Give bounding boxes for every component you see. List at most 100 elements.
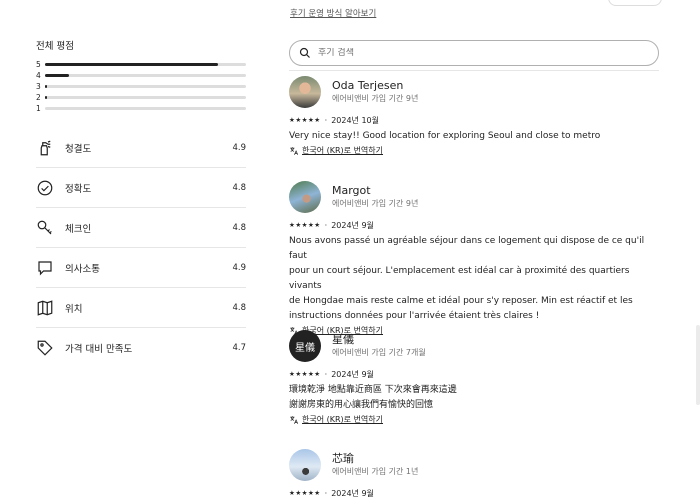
key-icon (36, 219, 54, 237)
review-item: 星儀 星儀 에어비앤비 가입 기간 7개월 ★★★★★ · 2024년 9월 環… (289, 329, 669, 425)
category-label: 위치 (65, 303, 83, 315)
review-text-line: de Hongdae mais reste calme et idéal pou… (289, 296, 633, 306)
review-date: 2024년 10월 (331, 115, 379, 125)
translate-button[interactable]: 한국어 (KR)로 번역하기 (289, 145, 669, 156)
rating-bar-fill (45, 96, 47, 99)
rating-bar-label: 1 (36, 104, 41, 113)
review-text: Nous avons passé un agréable séjour dans… (289, 234, 659, 324)
review-list: Oda Terjesen 에어비앤비 가입 기간 9년 ★★★★★ · 2024… (289, 70, 669, 498)
rating-bar-label: 2 (36, 93, 41, 102)
category-label: 가격 대비 만족도 (65, 343, 133, 355)
category-label: 체크인 (65, 223, 92, 235)
review-text-line: 謝謝房東的用心讓我們有愉快的回憶 (289, 400, 434, 410)
reviewer-name: Margot (332, 184, 371, 197)
category-communication: 의사소통 4.9 (36, 248, 246, 288)
translate-icon (290, 415, 299, 424)
review-header: Oda Terjesen 에어비앤비 가입 기간 9년 (289, 75, 669, 109)
meta-separator: · (324, 220, 328, 230)
reviewer-tenure: 에어비앤비 가입 기간 1년 (332, 467, 419, 476)
rating-bar-fill (45, 74, 70, 77)
review-text-line: instructions données pour l'arrivée étai… (289, 311, 540, 321)
map-icon (36, 299, 54, 317)
category-score: 4.8 (232, 182, 246, 193)
category-score: 4.8 (232, 222, 246, 233)
review-text-line: Very nice stay!! Good location for explo… (289, 131, 601, 141)
rating-bar-track (45, 74, 246, 77)
check-circle-icon (36, 179, 54, 197)
category-score: 4.7 (232, 342, 246, 353)
meta-separator: · (324, 488, 328, 498)
category-accuracy: 정확도 4.8 (36, 168, 246, 208)
rating-bar-row: 1 (36, 103, 246, 114)
reviewer-name: 星儀 (332, 333, 354, 346)
rating-bar-label: 5 (36, 60, 41, 69)
meta-separator: · (324, 369, 328, 379)
avatar[interactable] (289, 76, 321, 108)
review-item: Oda Terjesen 에어비앤비 가입 기간 9년 ★★★★★ · 2024… (289, 75, 669, 156)
review-header: Margot 에어비앤비 가입 기간 9년 (289, 180, 669, 214)
translate-label: 한국어 (KR)로 번역하기 (302, 146, 384, 155)
review-meta: ★★★★★ · 2024년 10월 (289, 114, 669, 126)
rating-bar-row: 3 (36, 81, 246, 92)
reviewer-tenure: 에어비앤비 가입 기간 7개월 (332, 348, 426, 357)
review-search-input[interactable] (318, 48, 618, 58)
review-search-box[interactable] (289, 40, 659, 66)
review-item: 芯瑜 에어비앤비 가입 기간 1년 ★★★★★ · 2024년 9월 (289, 448, 669, 499)
rating-bar-track (45, 96, 246, 99)
meta-separator: · (324, 115, 328, 125)
translate-label: 한국어 (KR)로 번역하기 (302, 415, 384, 424)
review-date: 2024년 9월 (331, 220, 374, 230)
avatar[interactable]: 星儀 (289, 330, 321, 362)
rating-bar-row: 2 (36, 92, 246, 103)
rating-bar-label: 3 (36, 82, 41, 91)
review-meta: ★★★★★ · 2024년 9월 (289, 219, 669, 231)
rating-distribution: 5 4 3 2 1 (36, 59, 246, 114)
category-label: 정확도 (65, 183, 92, 195)
rating-bar-row: 5 (36, 59, 246, 70)
overall-rating-title: 전체 평점 (36, 41, 74, 52)
avatar[interactable] (289, 181, 321, 213)
review-text-line: Nous avons passé un agréable séjour dans… (289, 236, 645, 261)
review-header: 芯瑜 에어비앤비 가입 기간 1년 (289, 448, 669, 482)
category-checkin: 체크인 4.8 (36, 208, 246, 248)
star-rating: ★★★★★ (289, 221, 321, 229)
top-action-button[interactable] (608, 0, 662, 6)
review-text: 環境乾淨 地點靠近商區 下次來會再來這邊 謝謝房東的用心讓我們有愉快的回憶 (289, 383, 659, 413)
review-text-line: pour un court séjour. L'emplacement est … (289, 266, 630, 291)
star-rating: ★★★★★ (289, 489, 321, 497)
category-score: 4.9 (232, 142, 246, 153)
category-label: 의사소통 (65, 263, 100, 275)
translate-icon (290, 146, 299, 155)
review-policy-link[interactable]: 후기 운영 방식 알아보기 (290, 7, 376, 19)
divider (289, 70, 659, 71)
rating-bar-label: 4 (36, 71, 41, 80)
search-icon (299, 44, 318, 63)
review-item: Margot 에어비앤비 가입 기간 9년 ★★★★★ · 2024년 9월 N… (289, 180, 669, 336)
review-meta: ★★★★★ · 2024년 9월 (289, 487, 669, 499)
category-label: 청결도 (65, 143, 92, 155)
reviewer-tenure: 에어비앤비 가입 기간 9년 (332, 199, 419, 208)
review-text-line: 環境乾淨 地點靠近商區 下次來會再來這邊 (289, 385, 457, 395)
avatar[interactable] (289, 449, 321, 481)
review-meta: ★★★★★ · 2024년 9월 (289, 368, 669, 380)
reviewer-tenure: 에어비앤비 가입 기간 9년 (332, 94, 419, 103)
ratings-panel: 전체 평점 5 4 3 2 1 청결도 4.9 정확도 4.8 체크인 4.8 … (36, 38, 246, 367)
review-date: 2024년 9월 (331, 369, 374, 379)
rating-bar-track (45, 107, 246, 110)
rating-bar-track (45, 85, 246, 88)
spray-bottle-icon (36, 139, 54, 157)
review-date: 2024년 9월 (331, 488, 374, 498)
rating-bar-fill (45, 85, 47, 88)
scrollbar[interactable] (696, 325, 700, 405)
category-score: 4.9 (232, 262, 246, 273)
rating-bar-track (45, 63, 246, 66)
star-rating: ★★★★★ (289, 370, 321, 378)
category-location: 위치 4.8 (36, 288, 246, 328)
star-rating: ★★★★★ (289, 116, 321, 124)
price-tag-icon (36, 339, 54, 357)
category-ratings: 청결도 4.9 정확도 4.8 체크인 4.8 의사소통 4.9 위치 4.8 … (36, 128, 246, 367)
category-score: 4.8 (232, 302, 246, 313)
chat-bubble-icon (36, 259, 54, 277)
review-text: Very nice stay!! Good location for explo… (289, 129, 659, 144)
translate-button[interactable]: 한국어 (KR)로 번역하기 (289, 414, 669, 425)
